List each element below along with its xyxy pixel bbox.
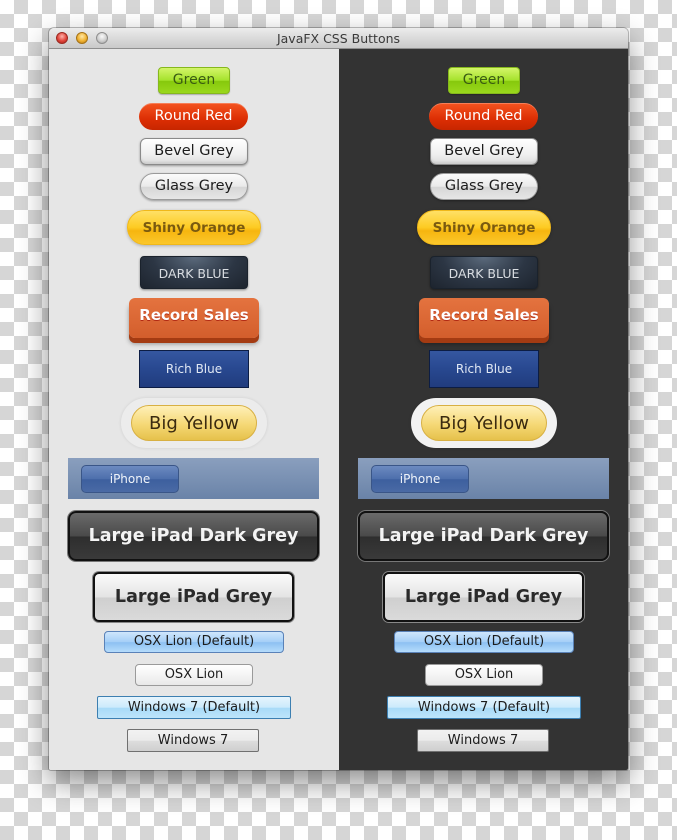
dark-pane: Green Round Red Bevel Grey Glass Grey Sh…	[339, 49, 628, 770]
windows7-default-button[interactable]: Windows 7 (Default)	[97, 696, 291, 719]
green-button[interactable]: Green	[158, 67, 230, 94]
round-red-button[interactable]: Round Red	[429, 103, 538, 130]
light-pane: Green Round Red Bevel Grey Glass Grey Sh…	[49, 49, 339, 770]
bevel-grey-button[interactable]: Bevel Grey	[140, 138, 248, 165]
osx-lion-button[interactable]: OSX Lion	[425, 664, 543, 686]
shiny-orange-button[interactable]: Shiny Orange	[417, 210, 551, 245]
windows7-default-button[interactable]: Windows 7 (Default)	[387, 696, 581, 719]
osx-lion-default-button[interactable]: OSX Lion (Default)	[394, 631, 574, 653]
big-yellow-button[interactable]: Big Yellow	[131, 405, 257, 441]
shiny-orange-button[interactable]: Shiny Orange	[127, 210, 261, 245]
record-sales-button[interactable]: Record Sales	[419, 298, 549, 338]
large-ipad-dark-grey-button[interactable]: Large iPad Dark Grey	[358, 511, 609, 561]
rich-blue-button[interactable]: Rich Blue	[139, 350, 249, 388]
iphone-button[interactable]: iPhone	[81, 465, 179, 493]
record-sales-button[interactable]: Record Sales	[129, 298, 259, 338]
windows7-button[interactable]: Windows 7	[127, 729, 259, 752]
window-title: JavaFX CSS Buttons	[276, 31, 401, 46]
windows7-button[interactable]: Windows 7	[417, 729, 549, 752]
rich-blue-button[interactable]: Rich Blue	[429, 350, 539, 388]
glass-grey-button[interactable]: Glass Grey	[430, 173, 538, 200]
osx-lion-default-button[interactable]: OSX Lion (Default)	[104, 631, 284, 653]
green-button[interactable]: Green	[448, 67, 520, 94]
large-ipad-grey-button[interactable]: Large iPad Grey	[383, 572, 584, 622]
title-bar[interactable]: JavaFX CSS Buttons	[49, 28, 628, 49]
dark-blue-button[interactable]: DARK BLUE	[140, 256, 248, 289]
round-red-button[interactable]: Round Red	[139, 103, 248, 130]
dark-blue-button[interactable]: DARK BLUE	[430, 256, 538, 289]
osx-lion-button[interactable]: OSX Lion	[135, 664, 253, 686]
glass-grey-button[interactable]: Glass Grey	[140, 173, 248, 200]
large-ipad-grey-button[interactable]: Large iPad Grey	[93, 572, 294, 622]
iphone-button[interactable]: iPhone	[371, 465, 469, 493]
bevel-grey-button[interactable]: Bevel Grey	[430, 138, 538, 165]
large-ipad-dark-grey-button[interactable]: Large iPad Dark Grey	[68, 511, 319, 561]
app-window: JavaFX CSS Buttons Green Round Red Bevel…	[49, 28, 628, 770]
big-yellow-button[interactable]: Big Yellow	[421, 405, 547, 441]
